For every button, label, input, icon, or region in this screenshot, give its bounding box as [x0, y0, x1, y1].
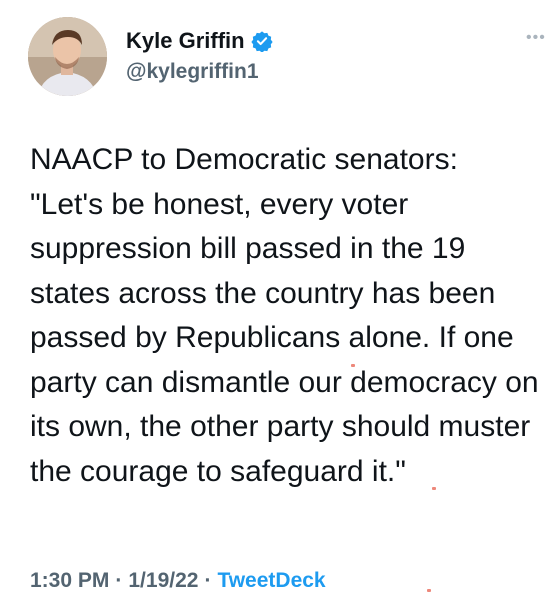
tweet-time[interactable]: 1:30 PM	[30, 569, 109, 593]
verified-badge-icon	[250, 30, 273, 53]
avatar-portrait-icon	[28, 17, 107, 96]
more-options-icon[interactable]: •••	[526, 30, 546, 46]
tweet-meta: 1:30 PM · 1/19/22 · TweetDeck	[30, 569, 326, 593]
tweet-text: NAACP to Democratic senators: "Let's be …	[30, 143, 539, 488]
meta-separator: ·	[204, 569, 212, 592]
author-name-row: Kyle Griffin	[126, 28, 273, 54]
tweet-source-link[interactable]: TweetDeck	[217, 569, 325, 593]
tweet-card: Kyle Griffin @kylegriffin1 ••• NAACP to …	[0, 0, 557, 614]
meta-separator: ·	[115, 569, 123, 592]
tweet-date[interactable]: 1/19/22	[128, 569, 198, 593]
author-handle[interactable]: @kylegriffin1	[126, 60, 259, 84]
artifact-mark	[432, 487, 436, 490]
artifact-mark	[351, 364, 355, 367]
author-display-name[interactable]: Kyle Griffin	[126, 28, 245, 54]
artifact-mark	[427, 589, 431, 592]
avatar[interactable]	[28, 17, 107, 96]
